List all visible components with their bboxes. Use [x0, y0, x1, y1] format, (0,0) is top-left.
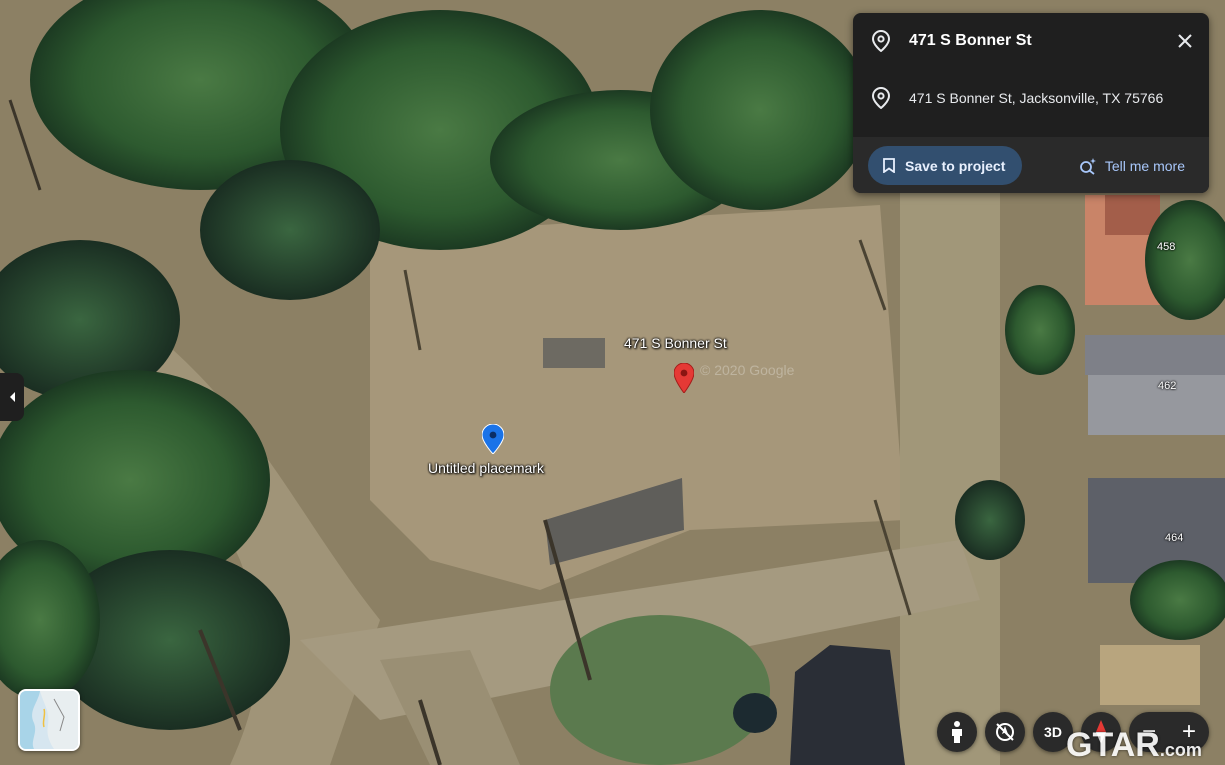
card-actions: Save to project Tell me more — [853, 137, 1209, 193]
gtar-logo-suffix: .com — [1159, 740, 1202, 760]
card-title-row: 471 S Bonner St — [853, 13, 1209, 69]
red-pin-icon[interactable] — [673, 362, 695, 394]
map-watermark: © 2020 Google — [700, 362, 795, 378]
save-to-project-button[interactable]: Save to project — [868, 146, 1022, 185]
house-number-label: 462 — [1158, 380, 1177, 392]
house-number-label: 458 — [1157, 241, 1176, 253]
place-address: 471 S Bonner St, Jacksonville, TX 75766 — [909, 90, 1164, 106]
close-icon[interactable] — [1175, 31, 1195, 51]
map-view[interactable]: © 2020 Google 458 462 464 471 S Bonner S… — [0, 0, 1225, 765]
person-icon — [952, 721, 962, 743]
map-layer-toggle[interactable] — [18, 689, 80, 751]
map-layer-thumbnail — [20, 691, 78, 749]
sparkle-search-icon — [1079, 157, 1096, 175]
house-number-label: 464 — [1165, 532, 1184, 544]
location-pin-icon — [872, 87, 890, 109]
tell-me-more-button[interactable]: Tell me more — [1079, 146, 1185, 185]
chevron-left-icon — [10, 392, 15, 402]
location-pin-icon — [872, 30, 890, 52]
collapse-panel-button[interactable] — [0, 373, 24, 421]
place-title: 471 S Bonner St — [909, 32, 1032, 49]
blue-pin-icon[interactable] — [481, 423, 505, 455]
marker-label-placemark[interactable]: Untitled placemark — [428, 460, 544, 476]
save-button-label: Save to project — [905, 157, 1006, 174]
gtar-logo-text: GTAR — [1066, 726, 1160, 764]
tell-button-label: Tell me more — [1104, 157, 1185, 174]
gtar-logo: GTAR.com — [1066, 726, 1202, 765]
bookmark-icon — [883, 158, 895, 173]
reset-orientation-button[interactable] — [985, 712, 1025, 752]
card-address-row: 471 S Bonner St, Jacksonville, TX 75766 — [853, 70, 1209, 126]
street-view-button[interactable] — [937, 712, 977, 752]
compass-reset-icon — [996, 723, 1014, 741]
marker-label-address[interactable]: 471 S Bonner St — [624, 335, 727, 351]
place-info-card: 471 S Bonner St 471 S Bonner St, Jackson… — [853, 13, 1209, 193]
